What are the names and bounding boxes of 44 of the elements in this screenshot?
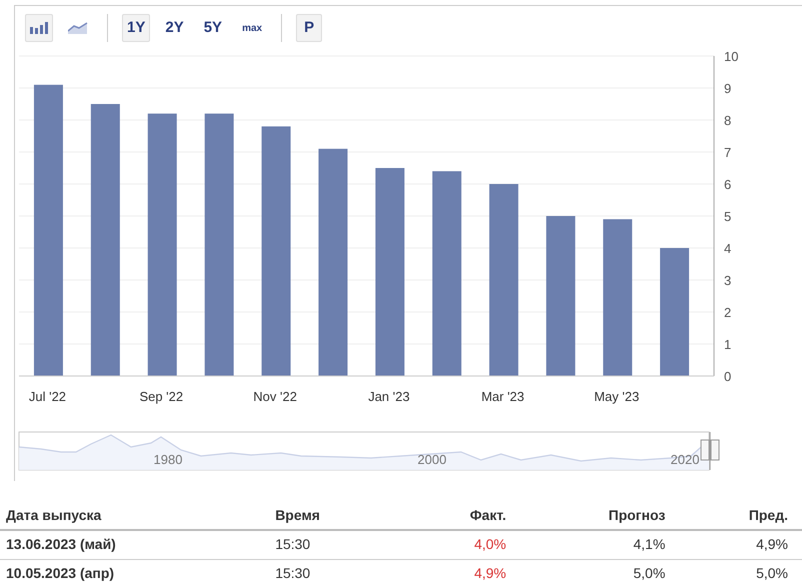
- y-tick-label: 4: [724, 241, 732, 256]
- forecast-cell: 5,0%: [633, 565, 666, 581]
- y-tick-label: 6: [724, 177, 732, 192]
- bar-chart-button[interactable]: [25, 14, 53, 42]
- period-button[interactable]: 5Y: [198, 14, 228, 42]
- time-cell: 15:30: [275, 536, 310, 552]
- x-tick-label: Mar '23: [481, 389, 524, 404]
- y-tick-label: 10: [724, 49, 738, 64]
- date-cell: 13.06.2023 (май): [6, 536, 116, 552]
- previous-cell: 5,0%: [756, 565, 788, 581]
- y-tick-label: 7: [724, 145, 732, 160]
- y-tick-label: 9: [724, 81, 732, 96]
- y-tick-label: 1: [724, 337, 732, 352]
- y-tick-label: 5: [724, 209, 732, 224]
- range-handle[interactable]: [700, 432, 720, 470]
- x-tick-label: Jul '22: [28, 389, 66, 404]
- x-tick-label: Sep '22: [139, 389, 184, 404]
- period-button[interactable]: max: [237, 14, 268, 42]
- navigator-year-label: 2020: [670, 452, 700, 467]
- bar-chart-icon: [30, 22, 48, 34]
- y-tick-label: 3: [724, 273, 732, 288]
- x-tick-label: May '23: [594, 389, 640, 404]
- navigator-year-label: 1980: [154, 452, 182, 467]
- column-header: Дата выпуска: [6, 506, 102, 522]
- y-tick-label: 2: [724, 305, 732, 320]
- x-tick-label: Nov '22: [253, 389, 297, 404]
- actual-cell: 4,0%: [474, 536, 506, 552]
- x-tick-label: Jan '23: [368, 389, 410, 404]
- period-button[interactable]: 1Y: [122, 14, 150, 42]
- period-button[interactable]: P: [296, 14, 322, 42]
- column-header: Время: [275, 506, 320, 522]
- column-header: Пред.: [748, 506, 788, 522]
- navigator-year-label: 2000: [418, 452, 446, 467]
- period-button[interactable]: 2Y: [160, 14, 189, 42]
- y-tick-label: 8: [724, 113, 732, 128]
- actual-cell: 4,9%: [474, 565, 506, 581]
- previous-cell: 4,9%: [756, 536, 788, 552]
- forecast-cell: 4,1%: [633, 536, 666, 552]
- time-cell: 15:30: [275, 565, 310, 581]
- column-header: Факт.: [470, 506, 506, 522]
- area-chart-icon: [68, 22, 88, 34]
- date-cell: 10.05.2023 (апр): [6, 565, 114, 581]
- y-tick-label: 0: [724, 369, 732, 384]
- column-header: Прогноз: [608, 506, 666, 522]
